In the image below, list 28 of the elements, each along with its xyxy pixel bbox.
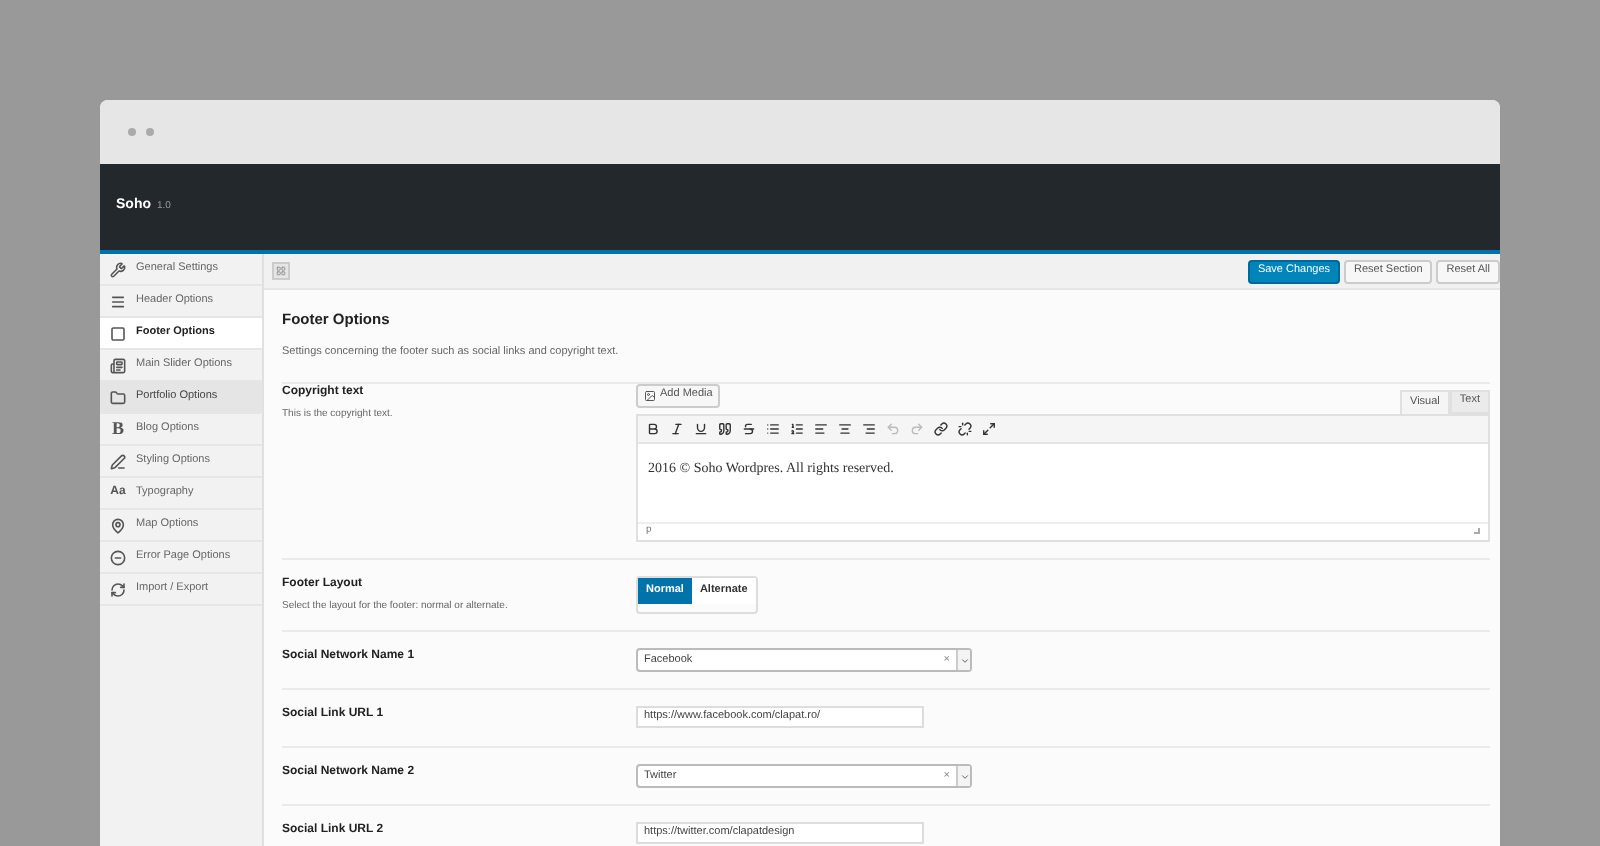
grid-toggle-icon[interactable] (272, 262, 290, 280)
align-center-icon[interactable] (838, 421, 852, 435)
underline-icon[interactable] (694, 421, 708, 435)
align-right-icon[interactable] (862, 421, 876, 435)
caret-icon (959, 771, 969, 781)
caret-icon (959, 655, 969, 665)
map-pin-icon (110, 517, 126, 533)
b-icon: B (110, 415, 126, 443)
link-icon[interactable] (934, 421, 948, 435)
align-left-icon[interactable] (814, 421, 828, 435)
wrench-icon (110, 261, 126, 277)
resize-handle-icon[interactable] (1474, 528, 1480, 534)
folder-icon (110, 389, 126, 405)
unlink-icon[interactable] (958, 421, 972, 435)
minus-circle-icon (110, 549, 126, 565)
quote-icon[interactable] (718, 421, 732, 435)
expand-icon[interactable] (982, 421, 996, 435)
square-icon (110, 325, 126, 341)
italic-icon[interactable] (670, 421, 684, 435)
refresh-icon (110, 581, 126, 597)
bullet-list-icon[interactable] (766, 421, 780, 435)
slider-icon (110, 357, 126, 373)
menu-icon (110, 293, 126, 309)
media-icon (644, 389, 656, 401)
pen-icon (110, 453, 126, 469)
strikethrough-icon[interactable] (742, 421, 756, 435)
bold-icon[interactable] (646, 421, 660, 435)
numbered-list-icon[interactable] (790, 421, 804, 435)
